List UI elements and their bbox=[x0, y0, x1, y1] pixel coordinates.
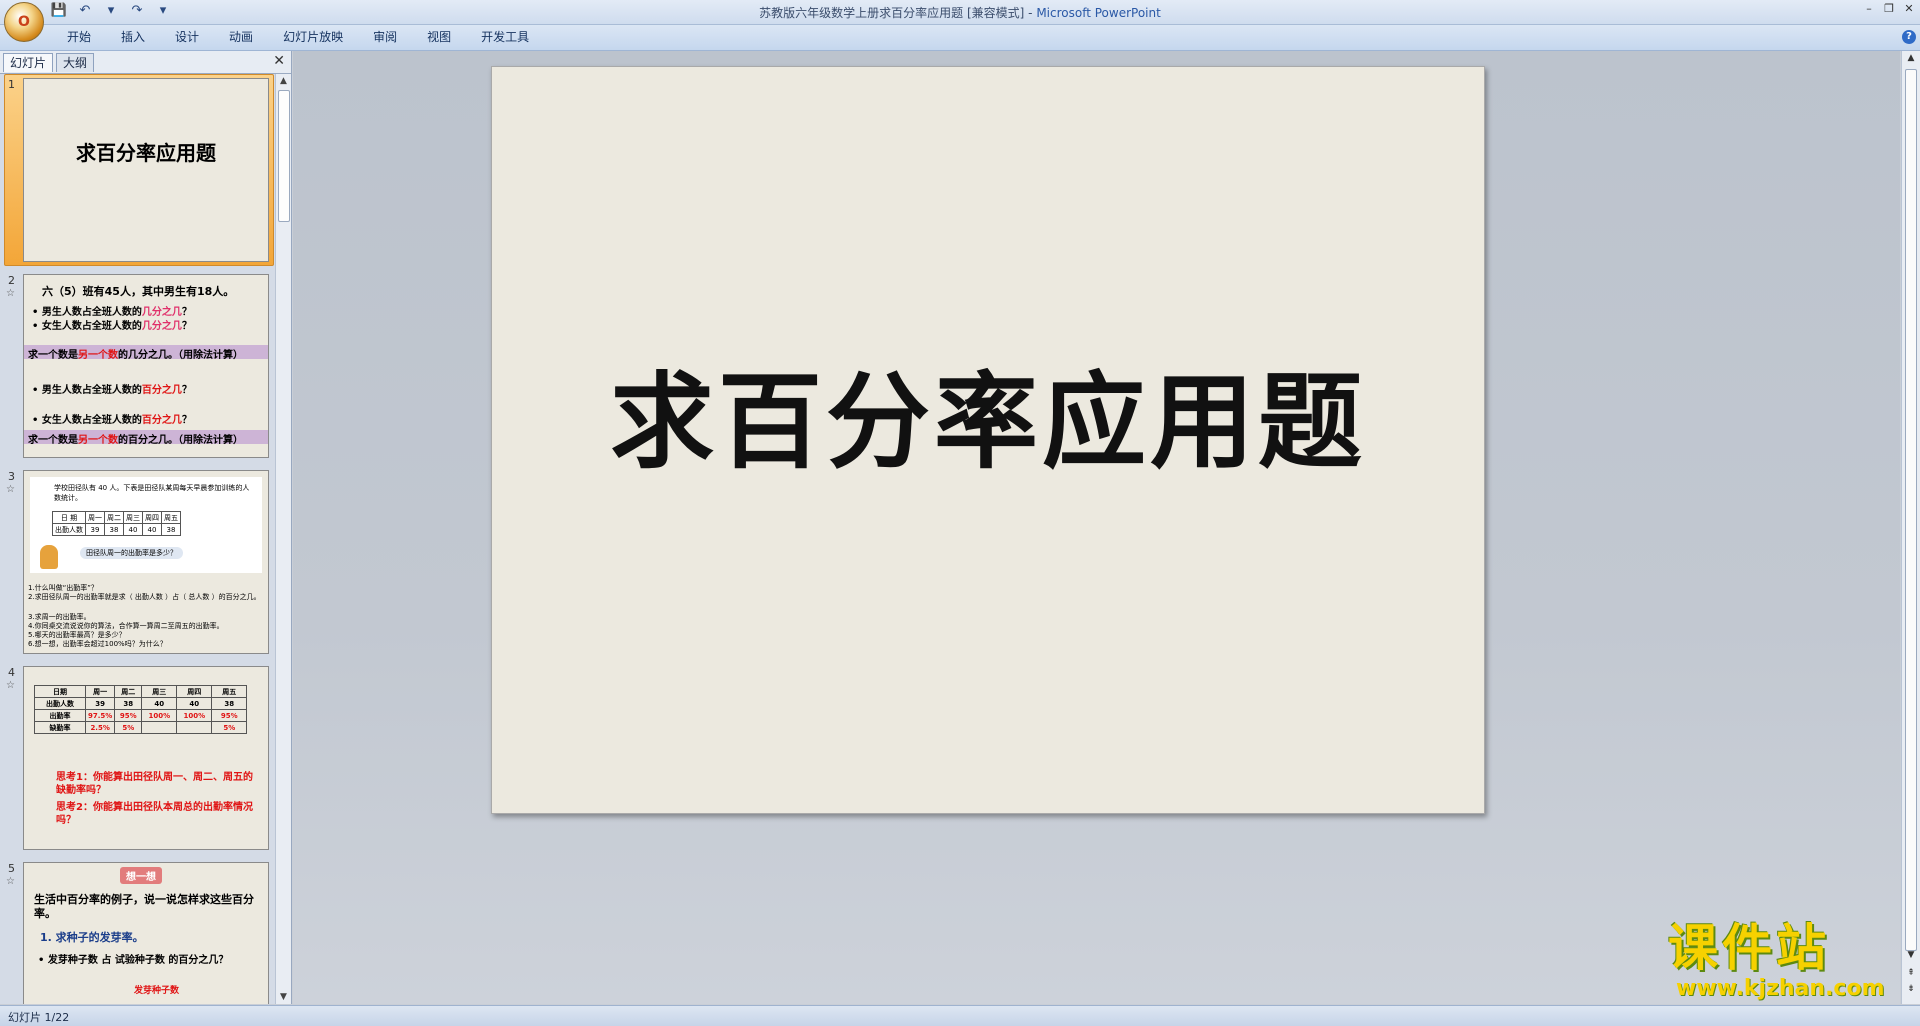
tab-slides[interactable]: 幻灯片 bbox=[3, 53, 54, 72]
tab-view[interactable]: 视图 bbox=[412, 25, 466, 50]
status-bar: 幻灯片 1/22 bbox=[0, 1005, 1920, 1026]
scrollbar-thumb[interactable] bbox=[1905, 69, 1917, 951]
thumb2-rule2: 求一个数是另一个数的百分之几。（用除法计算） bbox=[28, 435, 243, 446]
thumbnail-scrollbar[interactable]: ▲ ▼ bbox=[275, 74, 291, 1004]
thumb2-q4: • 女生人数占全班人数的百分之几？ bbox=[32, 415, 192, 426]
watermark-url: www.kjzhan.com bbox=[1676, 976, 1885, 1001]
tab-home[interactable]: 开始 bbox=[52, 25, 106, 50]
tab-insert[interactable]: 插入 bbox=[106, 25, 160, 50]
thumb5-intro: 生活中百分率的例子，说一说怎样求这些百分率。 bbox=[34, 893, 254, 920]
document-title: 苏教版六年级数学上册求百分率应用题 [兼容模式] bbox=[759, 6, 1025, 20]
thumb3-table: 日 期周一 周二 周三 周四 周五 出勤人数 39 38 40 40 38 bbox=[52, 511, 181, 536]
slides-panel: 幻灯片 大纲 ✕ 1 求百分率应用题 2 ☆ 六（5）班有45人，其中男生有18… bbox=[0, 51, 292, 1004]
tab-review[interactable]: 审阅 bbox=[358, 25, 412, 50]
slide-title[interactable]: 求百分率应用题 bbox=[492, 337, 1484, 488]
title-separator: - bbox=[1024, 6, 1037, 20]
window-title: 苏教版六年级数学上册求百分率应用题 [兼容模式] - Microsoft Pow… bbox=[0, 4, 1920, 21]
app-name: Microsoft PowerPoint bbox=[1036, 6, 1161, 20]
thumbnail-title: 求百分率应用题 bbox=[76, 141, 216, 165]
tab-animations[interactable]: 动画 bbox=[214, 25, 268, 50]
thumb3-intro: 学校田径队有 40 人。下表是田径队某周每天早晨参加训练的人数统计。 bbox=[54, 484, 250, 502]
thumbnail-slide-4[interactable]: 日期 周一 周二 周三 周四 周五 出勤人数 39 38 40 40 38 出勤率 97.5% 95% 1… bbox=[23, 666, 269, 850]
thumbnail-slide-1[interactable]: 求百分率应用题 bbox=[23, 78, 269, 262]
thumb5-item2: • 发芽种子数 占 试验种子数 的百分之几？ bbox=[38, 955, 229, 966]
thumb3-bubble: 田径队周一的出勤率是多少？ bbox=[80, 547, 183, 559]
thumb2-rule1: 求一个数是另一个数的几分之几。（用除法计算） bbox=[28, 350, 243, 361]
thumbnail-number: 1 bbox=[8, 78, 15, 91]
canvas-scrollbar[interactable]: ▲ ▼ ⇞ ⇟ bbox=[1901, 51, 1920, 1004]
slide-counter: 幻灯片 1/22 bbox=[8, 1011, 70, 1024]
current-slide[interactable]: 求百分率应用题 bbox=[491, 66, 1485, 814]
thumb4-think2: 思考2：你能算出田径队本周总的出勤率情况吗？ bbox=[56, 802, 253, 826]
thumb2-q2: • 女生人数占全班人数的几分之几？ bbox=[32, 321, 192, 332]
textbook-image: 学校田径队有 40 人。下表是田径队某周每天早晨参加训练的人数统计。 日 期周一… bbox=[30, 477, 262, 573]
close-button[interactable]: ✕ bbox=[1902, 2, 1916, 16]
minimize-button[interactable]: – bbox=[1862, 2, 1876, 16]
tab-developer[interactable]: 开发工具 bbox=[466, 25, 544, 50]
thumb3-line: 2.求田径队周一的出勤率就是求（ 出勤人数 ）占（ 总人数 ）的百分之几。 bbox=[28, 593, 261, 601]
close-panel-icon[interactable]: ✕ bbox=[273, 53, 285, 69]
thumbnail-slide-2[interactable]: 六（5）班有45人，其中男生有18人。 • 男生人数占全班人数的几分之几？ • … bbox=[23, 274, 269, 458]
thumbnail-slide-5[interactable]: 想一想 生活中百分率的例子，说一说怎样求这些百分率。 1. 求种子的发芽率。 •… bbox=[23, 862, 269, 1004]
thumb2-q3: • 男生人数占全班人数的百分之几？ bbox=[32, 385, 192, 396]
thumb5-item1: 1. 求种子的发芽率。 bbox=[40, 931, 144, 944]
animation-star-icon: ☆ bbox=[6, 680, 15, 691]
thumbnail-number: 2 bbox=[8, 274, 15, 287]
thumbnail-number: 4 bbox=[8, 666, 15, 679]
scrollbar-thumb[interactable] bbox=[278, 90, 290, 222]
thumb3-line: 6.想一想，出勤率会超过100%吗？为什么？ bbox=[28, 640, 167, 648]
watermark-logo: 课件站 www.kjzhan.com bbox=[1668, 920, 1908, 1004]
office-button[interactable]: O bbox=[4, 2, 44, 42]
panel-tabs: 幻灯片 大纲 ✕ bbox=[0, 51, 291, 74]
animation-star-icon: ☆ bbox=[6, 288, 15, 299]
thumbnail-number: 3 bbox=[8, 470, 15, 483]
title-bar: 💾 ↶ ▾ ↷ ▾ 苏教版六年级数学上册求百分率应用题 [兼容模式] - Mic… bbox=[0, 0, 1920, 25]
help-icon[interactable]: ? bbox=[1902, 30, 1916, 44]
window-controls: – ❐ ✕ bbox=[1862, 2, 1916, 16]
thumb4-table: 日期 周一 周二 周三 周四 周五 出勤人数 39 38 40 40 38 出勤率 97.5% 95% 1… bbox=[34, 685, 248, 734]
ribbon: 开始 插入 设计 动画 幻灯片放映 审阅 视图 开发工具 ? bbox=[0, 25, 1920, 51]
thumbnail-slide-3[interactable]: 学校田径队有 40 人。下表是田径队某周每天早晨参加训练的人数统计。 日 期周一… bbox=[23, 470, 269, 654]
tab-slideshow[interactable]: 幻灯片放映 bbox=[268, 25, 358, 50]
thumbnail-list: 1 求百分率应用题 2 ☆ 六（5）班有45人，其中男生有18人。 • 男生人数… bbox=[0, 74, 275, 1004]
watermark-text: 课件站 bbox=[1668, 919, 1830, 977]
ribbon-tabs: 开始 插入 设计 动画 幻灯片放映 审阅 视图 开发工具 bbox=[52, 25, 544, 50]
cartoon-figure-icon bbox=[40, 545, 58, 569]
thumbnail-number: 5 bbox=[8, 862, 15, 875]
scroll-down-icon[interactable]: ▼ bbox=[276, 990, 291, 1004]
office-logo-icon: O bbox=[18, 14, 30, 30]
thumb4-think1: 思考1：你能算出田径队周一、周二、周五的缺勤率吗？ bbox=[56, 772, 253, 796]
animation-star-icon: ☆ bbox=[6, 484, 15, 495]
slide-canvas: 求百分率应用题 bbox=[293, 51, 1900, 1004]
tab-outline[interactable]: 大纲 bbox=[56, 53, 95, 72]
scroll-up-icon[interactable]: ▲ bbox=[1902, 51, 1920, 65]
animation-star-icon: ☆ bbox=[6, 876, 15, 887]
scroll-up-icon[interactable]: ▲ bbox=[276, 74, 291, 88]
restore-button[interactable]: ❐ bbox=[1882, 2, 1896, 16]
thumb2-heading: 六（5）班有45人，其中男生有18人。 bbox=[42, 285, 235, 298]
tab-design[interactable]: 设计 bbox=[160, 25, 214, 50]
thumb5-badge: 想一想 bbox=[120, 867, 162, 884]
thumb2-q1: • 男生人数占全班人数的几分之几？ bbox=[32, 307, 192, 318]
thumb5-item3: 发芽种子数 bbox=[134, 986, 180, 996]
